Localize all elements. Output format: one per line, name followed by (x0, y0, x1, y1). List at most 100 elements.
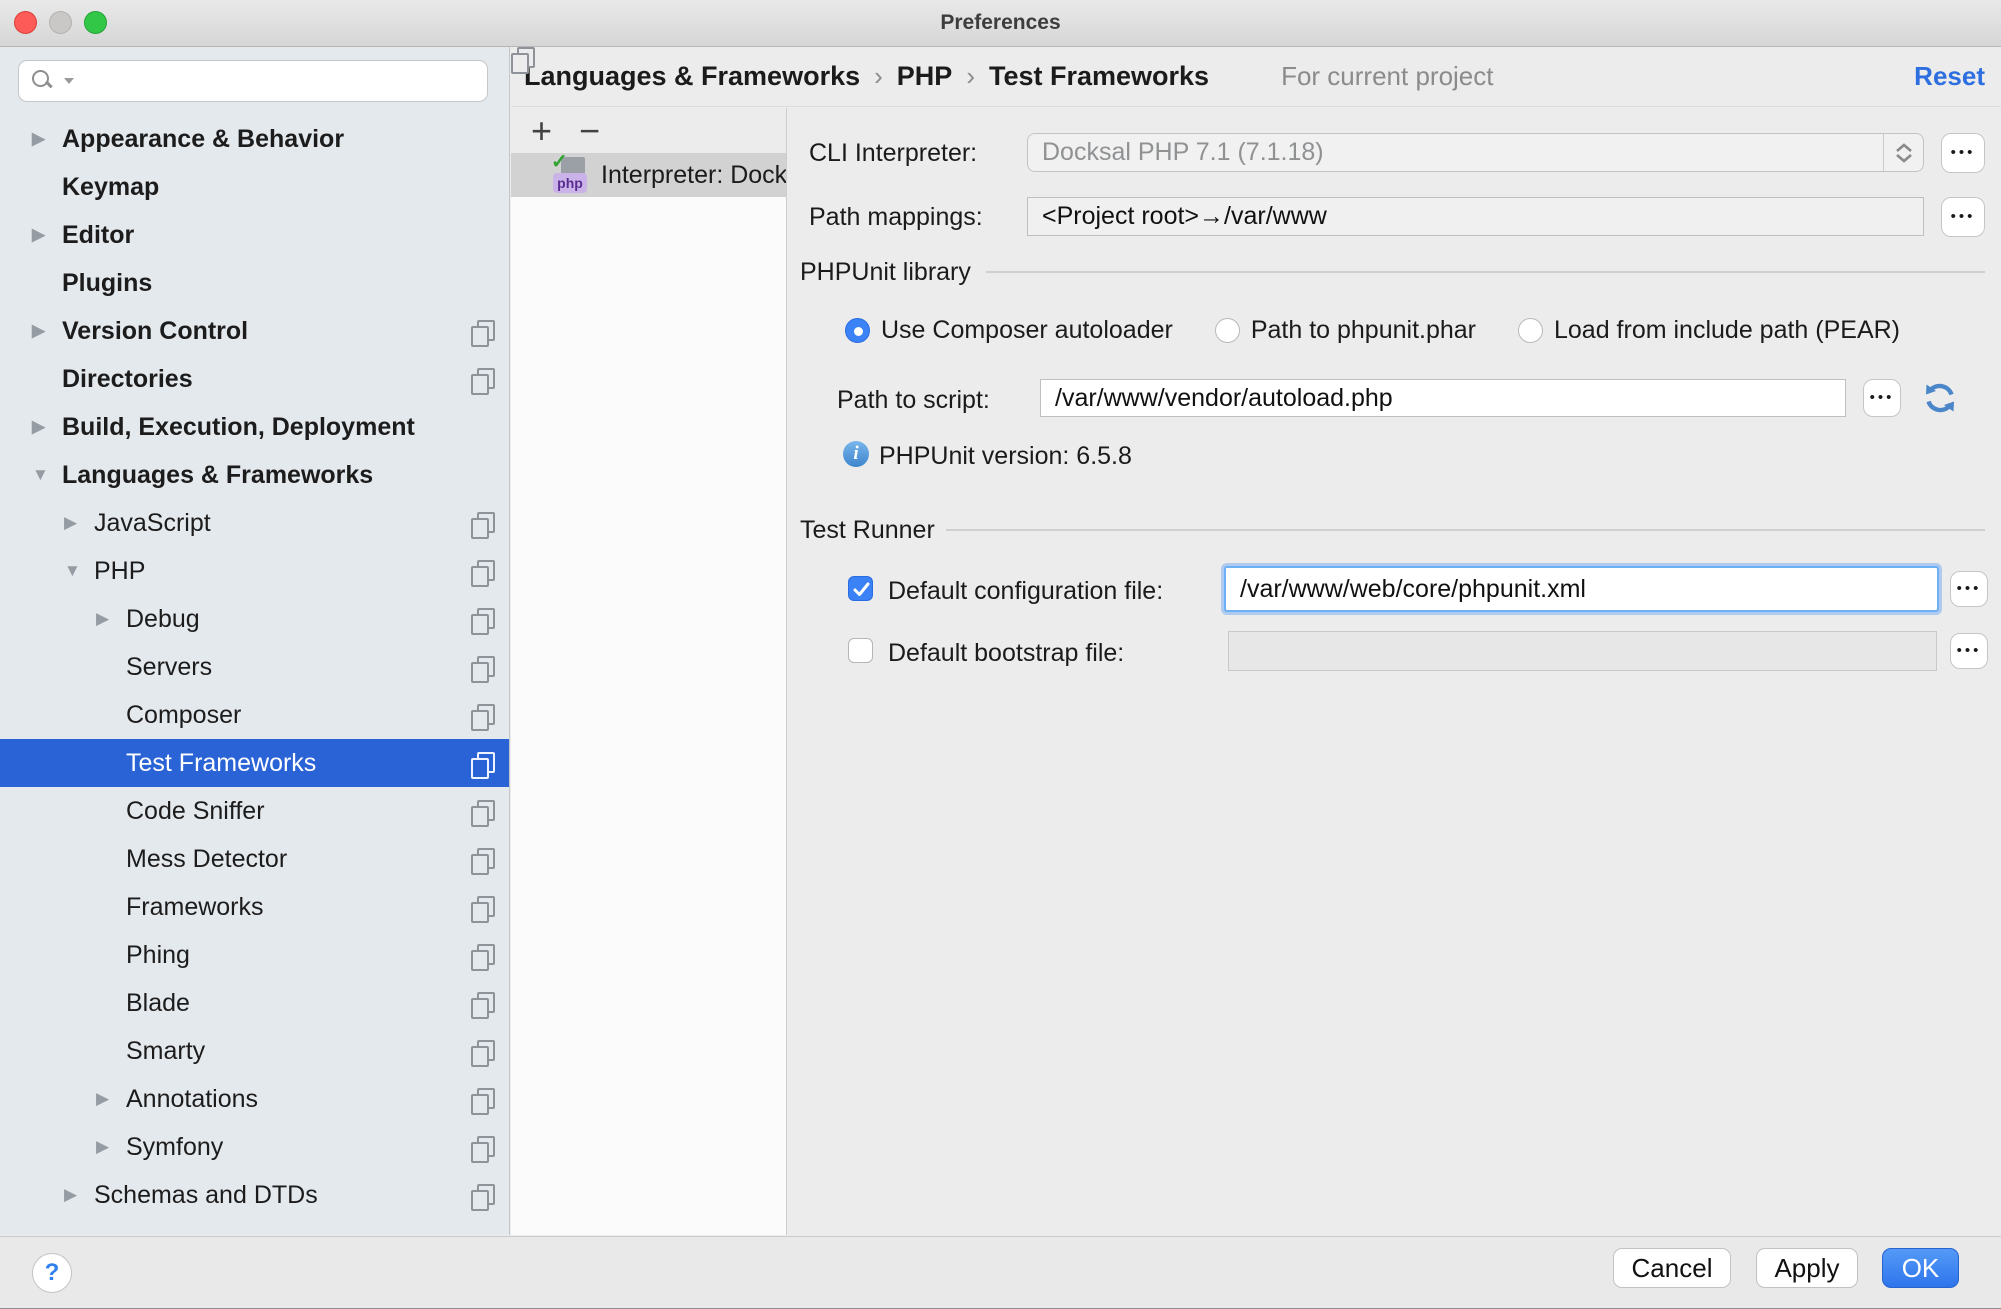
sidebar-item-label: Servers (126, 653, 212, 682)
tree-collapsed-icon[interactable]: ▶ (32, 321, 62, 341)
sidebar-item-label: Composer (126, 701, 241, 730)
tree-collapsed-icon[interactable]: ▶ (32, 417, 62, 437)
per-project-settings-icon (471, 704, 493, 728)
per-project-settings-icon (471, 320, 493, 344)
interpreter-list-item[interactable]: ✓ php Interpreter: Dock (511, 153, 786, 197)
sidebar-item-code-sniffer[interactable]: Code Sniffer (0, 787, 509, 835)
browse-default-bootstrap-button[interactable]: ••• (1950, 633, 1988, 669)
sidebar-item-smarty[interactable]: Smarty (0, 1027, 509, 1075)
preferences-window: Preferences ▶Appearance & BehaviorKeymap… (0, 0, 2001, 1309)
breadcrumb-php[interactable]: PHP (897, 61, 953, 92)
sidebar-item-plugins[interactable]: Plugins (0, 259, 509, 307)
breadcrumb-test-frameworks[interactable]: Test Frameworks (989, 61, 1209, 92)
sidebar-item-keymap[interactable]: Keymap (0, 163, 509, 211)
interpreter-list-panel: + − ✓ php Interpreter: Dock (511, 108, 787, 1235)
breadcrumb-header: Languages & Frameworks › PHP › Test Fram… (511, 47, 2001, 107)
sidebar-item-blade[interactable]: Blade (0, 979, 509, 1027)
browse-path-mappings-button[interactable]: ••• (1941, 197, 1985, 237)
sidebar-item-mess-detector[interactable]: Mess Detector (0, 835, 509, 883)
apply-button[interactable]: Apply (1756, 1248, 1858, 1288)
default-configuration-file-input[interactable] (1226, 568, 1937, 610)
interpreter-item-label: Interpreter: Dock (601, 161, 786, 190)
phpunit-library-section-title: PHPUnit library (800, 258, 971, 287)
per-project-settings-icon (471, 1136, 493, 1160)
ok-button[interactable]: OK (1882, 1248, 1959, 1288)
tree-expanded-icon[interactable]: ▼ (32, 465, 62, 485)
sidebar-item-annotations[interactable]: ▶Annotations (0, 1075, 509, 1123)
radio-path-to-phpunit-phar[interactable]: Path to phpunit.phar (1215, 316, 1476, 345)
path-mappings-value: <Project root>→/var/www (1042, 202, 1327, 230)
dialog-footer: ? Cancel Apply OK (0, 1236, 2001, 1309)
sidebar-item-test-frameworks[interactable]: Test Frameworks (0, 739, 509, 787)
sidebar-item-label: Frameworks (126, 893, 264, 922)
sidebar-item-symfony[interactable]: ▶Symfony (0, 1123, 509, 1171)
sidebar-item-label: Smarty (126, 1037, 205, 1066)
settings-sidebar: ▶Appearance & Behavior Keymap ▶EditorPlugi… (0, 47, 510, 1235)
sidebar-item-label: Symfony (126, 1133, 223, 1162)
breadcrumb-languages-frameworks[interactable]: Languages & Frameworks (524, 61, 860, 92)
per-project-settings-icon (471, 608, 493, 632)
phpunit-library-section-rule (986, 271, 1985, 273)
path-to-script-input[interactable] (1040, 379, 1846, 417)
per-project-settings-icon (471, 1040, 493, 1064)
default-bootstrap-file-input[interactable] (1228, 631, 1937, 671)
default-bootstrap-file-checkbox[interactable] (848, 638, 873, 663)
radio-load-from-include-path-pear[interactable]: Load from include path (PEAR) (1518, 316, 1900, 345)
browse-cli-interpreter-button[interactable]: ••• (1941, 133, 1985, 173)
sidebar-item-debug[interactable]: ▶Debug (0, 595, 509, 643)
sidebar-item-directories[interactable]: Directories (0, 355, 509, 403)
sidebar-item-languages-frameworks[interactable]: ▼Languages & Frameworks (0, 451, 509, 499)
tree-collapsed-icon[interactable]: ▶ (64, 1185, 94, 1205)
sidebar-item-version-control[interactable]: ▶Version Control (0, 307, 509, 355)
radio-use-composer-autoloader[interactable]: Use Composer autoloader (845, 316, 1173, 345)
tree-collapsed-icon[interactable]: ▶ (32, 225, 62, 245)
sidebar-item-label: Version Control (62, 317, 248, 346)
path-mappings-field[interactable]: <Project root>→/var/www (1027, 197, 1924, 236)
tree-collapsed-icon[interactable]: ▶ (96, 609, 126, 629)
phpunit-library-radio-group: Use Composer autoloader Path to phpunit.p… (845, 316, 1900, 345)
sidebar-item-label: JavaScript (94, 509, 211, 538)
test-runner-section-rule (946, 529, 1985, 531)
sidebar-item-phing[interactable]: Phing (0, 931, 509, 979)
per-project-settings-icon (1249, 65, 1271, 89)
radio-selected-icon[interactable] (845, 318, 870, 343)
add-interpreter-button[interactable]: + (531, 111, 579, 151)
search-options-chevron-icon[interactable] (64, 78, 74, 84)
search-input[interactable] (18, 60, 488, 102)
sidebar-item-servers[interactable]: Servers (0, 643, 509, 691)
phpunit-version-note: PHPUnit version: 6.5.8 (879, 442, 1132, 471)
sidebar-item-javascript[interactable]: ▶JavaScript (0, 499, 509, 547)
cancel-button[interactable]: Cancel (1613, 1248, 1731, 1288)
browse-default-configuration-button[interactable]: ••• (1950, 571, 1988, 607)
cli-interpreter-select[interactable]: Docksal PHP 7.1 (7.1.18) (1027, 133, 1924, 172)
sidebar-item-schemas-and-dtds[interactable]: ▶Schemas and DTDs (0, 1171, 509, 1219)
tree-collapsed-icon[interactable]: ▶ (96, 1089, 126, 1109)
browse-path-to-script-button[interactable]: ••• (1863, 379, 1901, 417)
radio-unselected-icon[interactable] (1518, 318, 1543, 343)
reload-phpunit-info-icon[interactable] (1922, 380, 1958, 416)
tree-collapsed-icon[interactable]: ▶ (64, 513, 94, 533)
help-button[interactable]: ? (32, 1253, 72, 1293)
sidebar-item-build-execution-deployment[interactable]: ▶Build, Execution, Deployment (0, 403, 509, 451)
remove-interpreter-button[interactable]: − (579, 111, 627, 151)
default-configuration-file-checkbox[interactable] (848, 576, 873, 601)
tree-expanded-icon[interactable]: ▼ (64, 561, 94, 581)
tree-collapsed-icon[interactable]: ▶ (96, 1137, 126, 1157)
sidebar-item-php[interactable]: ▼PHP (0, 547, 509, 595)
radio-unselected-icon[interactable] (1215, 318, 1240, 343)
per-project-settings-icon (471, 752, 493, 776)
radio-label: Use Composer autoloader (881, 316, 1173, 345)
sidebar-item-appearance-behavior[interactable]: ▶Appearance & Behavior (0, 115, 509, 163)
sidebar-item-label: PHP (94, 557, 145, 586)
sidebar-item-composer[interactable]: Composer (0, 691, 509, 739)
sidebar-item-label: Mess Detector (126, 845, 287, 874)
sidebar-item-label: Schemas and DTDs (94, 1181, 318, 1210)
per-project-settings-icon (471, 368, 493, 392)
cli-interpreter-stepper[interactable] (1883, 134, 1923, 171)
tree-collapsed-icon[interactable]: ▶ (32, 129, 62, 149)
reset-link[interactable]: Reset (1914, 61, 1985, 92)
sidebar-item-label: Keymap (62, 173, 159, 202)
sidebar-item-frameworks[interactable]: Frameworks (0, 883, 509, 931)
sidebar-item-editor[interactable]: ▶Editor (0, 211, 509, 259)
test-runner-section-title: Test Runner (800, 516, 935, 545)
